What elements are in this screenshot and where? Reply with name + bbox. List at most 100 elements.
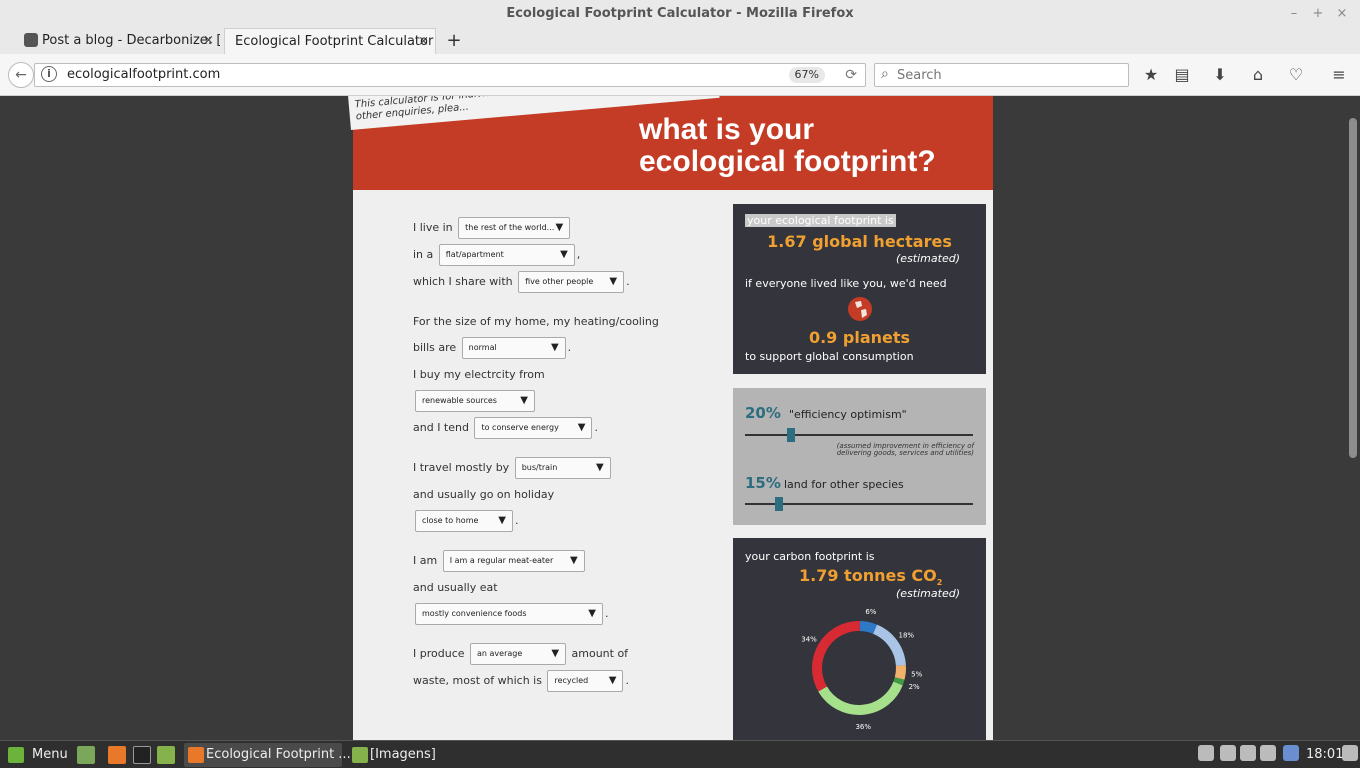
page-title-line1: what is your	[639, 113, 815, 146]
home-icon[interactable]: ⌂	[1247, 64, 1269, 86]
donut-label-2: 5%	[911, 671, 922, 679]
select-bills[interactable]: normal ▼	[461, 337, 566, 359]
select-share[interactable]: five other people ▼	[518, 271, 625, 293]
donut-segment-3	[893, 677, 905, 686]
select-food-value: mostly convenience foods	[422, 609, 527, 618]
form-row-eat: mostly convenience foods ▼.	[413, 602, 609, 626]
start-menu-button[interactable]: Menu	[4, 743, 68, 767]
select-waste-type-value: recycled	[554, 676, 589, 685]
label-produce: I produce	[413, 647, 465, 660]
files-launcher-icon[interactable]	[157, 746, 175, 764]
select-travel[interactable]: bus/train ▼	[514, 457, 611, 479]
zoom-level[interactable]: 67%	[788, 67, 825, 83]
taskbar-firefox-window[interactable]: Ecological Footprint ...	[184, 743, 351, 767]
support-label: to support global consumption	[745, 350, 914, 363]
select-diet[interactable]: I am a regular meat-eater ▼	[442, 550, 585, 572]
efficiency-note: (assumed improvement in efficiency of de…	[836, 442, 974, 457]
select-region[interactable]: the rest of the world... ▼	[458, 217, 571, 239]
select-waste-amount[interactable]: an average ▼	[470, 643, 567, 665]
search-icon: ⌕	[881, 66, 889, 82]
start-menu-label: Menu	[32, 747, 68, 762]
back-button[interactable]: ←	[8, 62, 34, 88]
tab-close-icon[interactable]: ×	[418, 29, 429, 54]
select-bills-value: normal	[468, 343, 497, 352]
reading-list-icon[interactable]: ▤	[1171, 64, 1193, 86]
brightness-icon[interactable]	[1260, 745, 1276, 761]
navigation-toolbar: ← i ecologicalfootprint.com 67% ⟳ ⌕ ★ ▤ …	[0, 54, 1360, 96]
network-icon[interactable]	[1220, 745, 1236, 761]
donut-label-4: 36%	[855, 723, 871, 731]
select-electricity[interactable]: renewable sources ▼	[415, 390, 535, 412]
favicon-icon	[24, 33, 38, 47]
chevron-down-icon: ▼	[560, 249, 568, 260]
firefox-launcher-icon[interactable]	[108, 746, 126, 764]
page-title-line2: ecological footprint?	[639, 145, 936, 178]
chevron-down-icon: ▼	[498, 515, 506, 526]
reload-icon[interactable]: ⟳	[845, 64, 857, 86]
chevron-down-icon: ▼	[551, 648, 560, 659]
donut-segment-4	[818, 681, 903, 715]
form-row-share: which I share with five other people ▼.	[413, 270, 630, 294]
label-amount: amount of	[571, 647, 629, 660]
tab-ecological-footprint[interactable]: Ecological Footprint Calculator ×	[224, 28, 436, 54]
footprint-value: 1.67 global hectares	[767, 232, 952, 251]
taskbar-files-label: [Imagens]	[370, 747, 436, 762]
assumptions-card: 20% "efficiency optimism" (assumed impro…	[733, 388, 986, 525]
form-row-produce: I produce an average ▼ amount of	[413, 642, 628, 666]
chevron-down-icon: ▼	[577, 422, 586, 433]
downloads-icon[interactable]: ⬇	[1209, 64, 1231, 86]
select-region-value: the rest of the world...	[465, 223, 555, 232]
efficiency-slider-handle[interactable]	[786, 428, 795, 442]
select-home-type[interactable]: flat/apartment ▼	[438, 244, 575, 266]
show-desktop-icon[interactable]	[77, 746, 95, 764]
footprint-estimated: (estimated)	[896, 252, 960, 265]
label-electricity: I buy my electrcity from	[413, 368, 545, 381]
maximize-button[interactable]: +	[1306, 0, 1330, 28]
close-window-button[interactable]: ×	[1330, 0, 1354, 28]
scrollbar-thumb[interactable]	[1349, 118, 1357, 458]
url-bar[interactable]: i ecologicalfootprint.com 67% ⟳	[34, 63, 866, 87]
terminal-launcher-icon[interactable]	[133, 746, 151, 764]
efficiency-percent: 20%	[745, 404, 781, 422]
site-info-icon[interactable]: i	[41, 66, 57, 82]
footprint-intro: your ecological footprint is	[745, 214, 896, 227]
chevron-down-icon: ▼	[609, 276, 618, 287]
taskbar-files-window[interactable]: [Imagens]	[348, 743, 506, 767]
bookmark-star-icon[interactable]: ★	[1140, 64, 1162, 86]
hamburger-menu-icon[interactable]: ≡	[1328, 64, 1350, 86]
form-row-home-type: in a flat/apartment ▼,	[413, 243, 580, 267]
select-food[interactable]: mostly convenience foods ▼	[415, 603, 603, 625]
land-slider-track[interactable]	[745, 497, 973, 511]
pocket-icon[interactable]: ♡	[1285, 64, 1307, 86]
tab-post-a-blog[interactable]: Post a blog - Decarbonize: [ ×	[20, 28, 220, 54]
minimize-button[interactable]: –	[1282, 0, 1306, 28]
carbon-estimated: (estimated)	[896, 587, 960, 600]
clock[interactable]: 18:01	[1280, 743, 1343, 767]
folder-icon	[352, 747, 368, 763]
select-electricity-value: renewable sources	[422, 396, 497, 405]
select-waste-type[interactable]: recycled ▼	[547, 670, 624, 692]
volume-icon[interactable]	[1240, 745, 1256, 761]
label-bills: bills are	[413, 341, 457, 354]
hero-banner: This calculator is for individuals and .…	[348, 96, 993, 190]
donut-segment-1	[872, 624, 906, 667]
tab-close-icon[interactable]: ×	[203, 28, 214, 54]
tab-bar: Post a blog - Decarbonize: [ × Ecologica…	[0, 28, 1360, 54]
user-icon[interactable]	[1198, 745, 1214, 761]
donut-label-3: 2%	[909, 683, 920, 691]
search-bar[interactable]: ⌕	[874, 63, 1129, 87]
chevron-down-icon: ▼	[608, 675, 617, 686]
select-tend[interactable]: to conserve energy ▼	[474, 417, 593, 439]
efficiency-slider-track[interactable]	[745, 428, 973, 442]
select-holiday[interactable]: close to home ▼	[415, 510, 513, 532]
tab-label: Ecological Footprint Calculator	[235, 34, 434, 49]
url-text[interactable]: ecologicalfootprint.com	[67, 64, 220, 86]
land-slider-handle[interactable]	[775, 497, 784, 511]
form-row-size: For the size of my home, my heating/cool…	[413, 310, 659, 334]
label-waste: waste, most of which is	[413, 674, 542, 687]
page-scrollbar[interactable]	[1346, 96, 1360, 740]
new-tab-button[interactable]: +	[442, 28, 466, 54]
taskbar-firefox-label: Ecological Footprint ...	[206, 747, 351, 762]
power-icon[interactable]	[1342, 745, 1358, 761]
search-input[interactable]	[897, 65, 1125, 85]
